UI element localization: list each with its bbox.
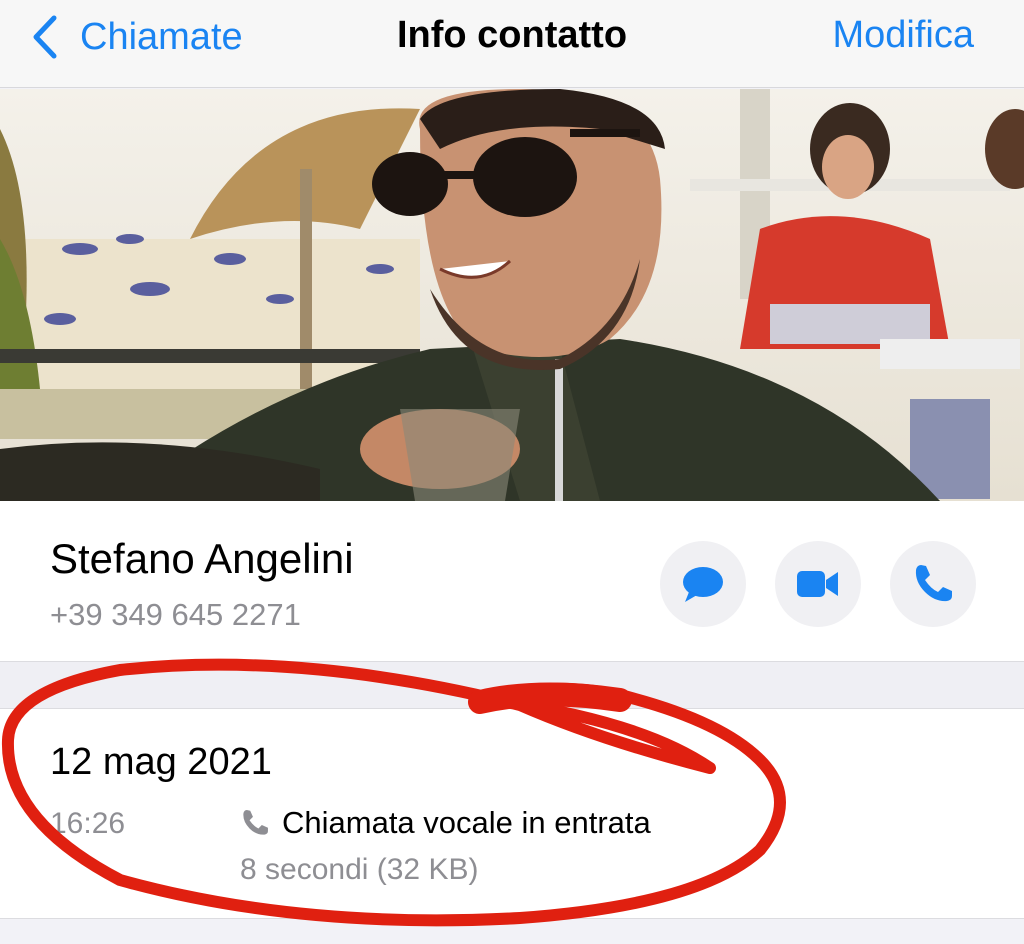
call-date: 12 mag 2021: [50, 741, 272, 783]
edit-button[interactable]: Modifica: [833, 14, 975, 57]
call-type: Chiamata vocale in entrata: [240, 805, 651, 841]
contact-name: Stefano Angelini: [50, 535, 354, 582]
call-duration: 8 secondi (32 KB): [240, 853, 479, 886]
contact-phone-number[interactable]: +39 349 645 2271: [50, 597, 301, 633]
message-bubble-icon: [683, 567, 723, 602]
voice-call-button[interactable]: [890, 541, 976, 627]
navigation-bar: Chiamate Info contatto Modifica: [0, 0, 1024, 88]
contact-card: Stefano Angelini +39 349 645 2271: [0, 501, 1024, 661]
video-call-button[interactable]: [775, 541, 861, 627]
phone-icon: [915, 565, 952, 602]
video-camera-icon: [797, 571, 838, 597]
call-type-label: Chiamata vocale in entrata: [282, 805, 651, 840]
call-history-entry: 12 mag 2021 16:26 Chiamata vocale in ent…: [0, 709, 1024, 919]
section-separator: [0, 661, 1024, 709]
contact-profile-photo[interactable]: [0, 89, 1024, 501]
call-time: 16:26: [50, 807, 126, 840]
phone-icon: [243, 810, 268, 835]
message-button[interactable]: [660, 541, 746, 627]
